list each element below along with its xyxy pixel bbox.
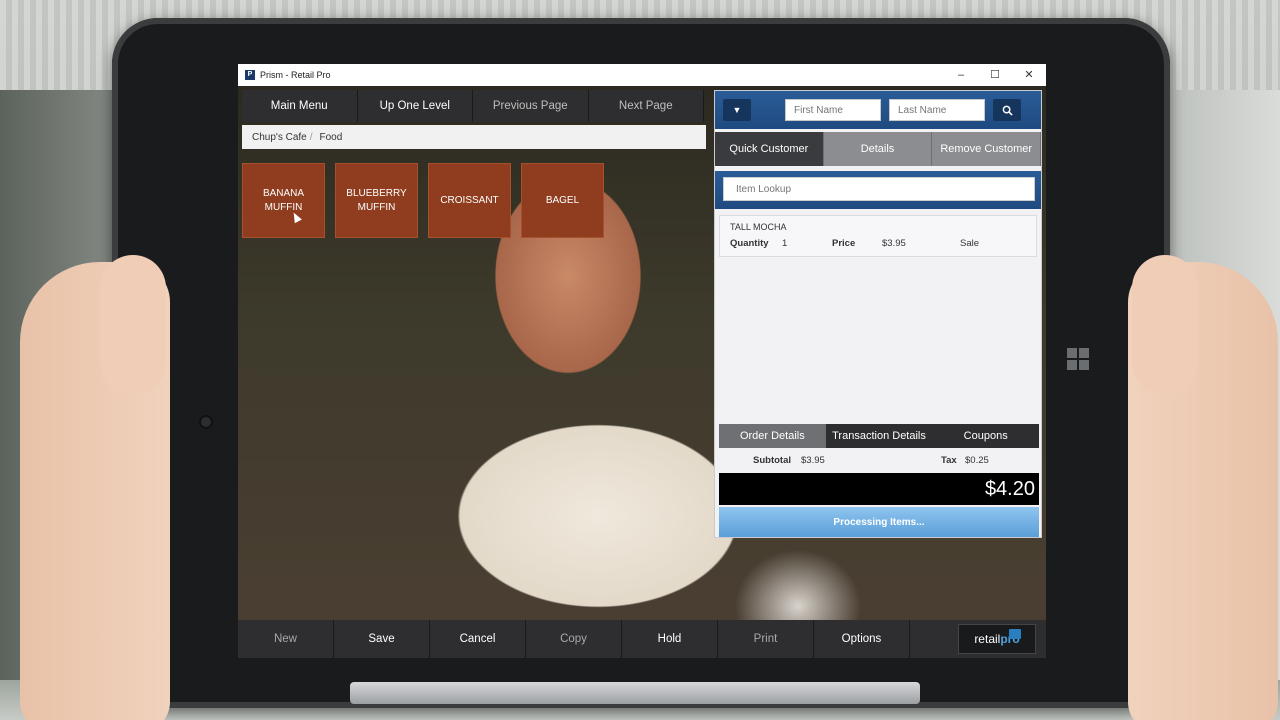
tab-order-details[interactable]: Order Details bbox=[719, 424, 826, 448]
product-tiles: BANANA MUFFIN BLUEBERRY MUFFIN CROISSANT B… bbox=[242, 163, 604, 238]
quantity-label: Quantity bbox=[730, 238, 769, 249]
tab-transaction-details[interactable]: Transaction Details bbox=[825, 424, 933, 448]
main-menu-button[interactable]: Main Menu bbox=[242, 90, 358, 122]
breadcrumb-current: Food bbox=[319, 131, 343, 143]
window-title: Prism - Retail Pro bbox=[260, 70, 331, 80]
search-icon bbox=[1002, 105, 1013, 116]
window-titlebar: P Prism - Retail Pro – ☐ ✕ bbox=[238, 64, 1046, 86]
previous-page-button[interactable]: Previous Page bbox=[473, 90, 589, 122]
copy-button[interactable]: Copy bbox=[526, 620, 622, 658]
chevron-down-icon[interactable]: ▼ bbox=[723, 99, 751, 121]
grand-total: $4.20 bbox=[719, 473, 1039, 505]
prism-logo-icon: P bbox=[245, 70, 255, 80]
item-name: TALL MOCHA bbox=[730, 222, 787, 232]
breadcrumb-root[interactable]: Chup's Cafe bbox=[252, 132, 307, 143]
save-button[interactable]: Save bbox=[334, 620, 430, 658]
tile-label: MUFFIN bbox=[357, 201, 396, 213]
next-page-button[interactable]: Next Page bbox=[588, 90, 704, 122]
tile-bagel[interactable]: BAGEL bbox=[521, 163, 604, 238]
minimize-button[interactable]: – bbox=[944, 64, 978, 86]
processing-items-button[interactable]: Processing Items... bbox=[719, 507, 1039, 537]
subtotal-label: Subtotal bbox=[753, 455, 791, 466]
quantity-value: 1 bbox=[782, 238, 788, 249]
menu-nav-bar: Main Menu Up One Level Previous Page Nex… bbox=[242, 90, 704, 122]
item-lookup-bar bbox=[715, 171, 1041, 209]
item-lookup-input[interactable] bbox=[723, 177, 1035, 201]
left-thumb bbox=[100, 255, 166, 395]
last-name-input[interactable] bbox=[889, 99, 985, 121]
tab-quick-customer[interactable]: Quick Customer bbox=[715, 132, 824, 166]
windows-logo-icon[interactable] bbox=[1067, 348, 1089, 370]
maximize-button[interactable]: ☐ bbox=[978, 64, 1012, 86]
tablet-camera-icon bbox=[201, 417, 211, 427]
shopping-bag-icon bbox=[1009, 629, 1021, 639]
tile-label: CROISSANT bbox=[440, 194, 499, 206]
tab-coupons[interactable]: Coupons bbox=[932, 424, 1040, 448]
retailpro-logo: retail pro bbox=[958, 624, 1036, 654]
right-thumb bbox=[1132, 255, 1198, 395]
order-tabs: Order Details Transaction Details Coupon… bbox=[719, 424, 1040, 448]
customer-search-bar: ▼ bbox=[715, 91, 1041, 129]
transaction-panel: ▼ Quick Customer Details Remove Customer… bbox=[714, 90, 1042, 538]
options-button[interactable]: Options bbox=[814, 620, 910, 658]
price-label: Price bbox=[832, 238, 856, 249]
tile-label: BLUEBERRY bbox=[346, 187, 407, 199]
breadcrumb-separator: / bbox=[309, 131, 313, 143]
tile-croissant[interactable]: CROISSANT bbox=[428, 163, 511, 238]
bottom-toolbar: New Save Cancel Copy Hold Print Options … bbox=[238, 620, 1046, 658]
tile-blueberry-muffin[interactable]: BLUEBERRY MUFFIN bbox=[335, 163, 418, 238]
tablet-stand-edge bbox=[350, 682, 920, 704]
customer-tabs: Quick Customer Details Remove Customer bbox=[715, 132, 1042, 166]
hold-button[interactable]: Hold bbox=[622, 620, 718, 658]
tab-details[interactable]: Details bbox=[823, 132, 933, 166]
tax-label: Tax bbox=[941, 455, 957, 466]
price-value: $3.95 bbox=[882, 238, 906, 249]
tax-value: $0.25 bbox=[965, 455, 989, 466]
tile-label: BAGEL bbox=[545, 194, 580, 206]
close-button[interactable]: ✕ bbox=[1012, 64, 1046, 86]
tab-remove-customer[interactable]: Remove Customer bbox=[932, 132, 1042, 166]
totals-row: Subtotal $3.95 Tax $0.25 bbox=[719, 452, 1039, 470]
tile-label: BANANA bbox=[262, 187, 305, 199]
pos-app: Main Menu Up One Level Previous Page Nex… bbox=[238, 86, 1046, 658]
up-one-level-button[interactable]: Up One Level bbox=[357, 90, 473, 122]
new-button[interactable]: New bbox=[238, 620, 334, 658]
first-name-input[interactable] bbox=[785, 99, 881, 121]
item-status: Sale bbox=[960, 238, 980, 249]
search-button[interactable] bbox=[993, 99, 1021, 121]
tile-banana-muffin[interactable]: BANANA MUFFIN bbox=[242, 163, 325, 238]
breadcrumb: Chup's Cafe / Food bbox=[242, 125, 706, 149]
tablet-screen: P Prism - Retail Pro – ☐ ✕ Main Menu Up … bbox=[238, 64, 1046, 658]
list-item[interactable]: TALL MOCHA Quantity 1 Price $3.95 Sale bbox=[719, 215, 1037, 257]
cancel-button[interactable]: Cancel bbox=[430, 620, 526, 658]
print-button[interactable]: Print bbox=[718, 620, 814, 658]
brand-retail: retail bbox=[974, 632, 1001, 646]
window-controls: – ☐ ✕ bbox=[944, 64, 1046, 86]
subtotal-value: $3.95 bbox=[801, 455, 825, 466]
